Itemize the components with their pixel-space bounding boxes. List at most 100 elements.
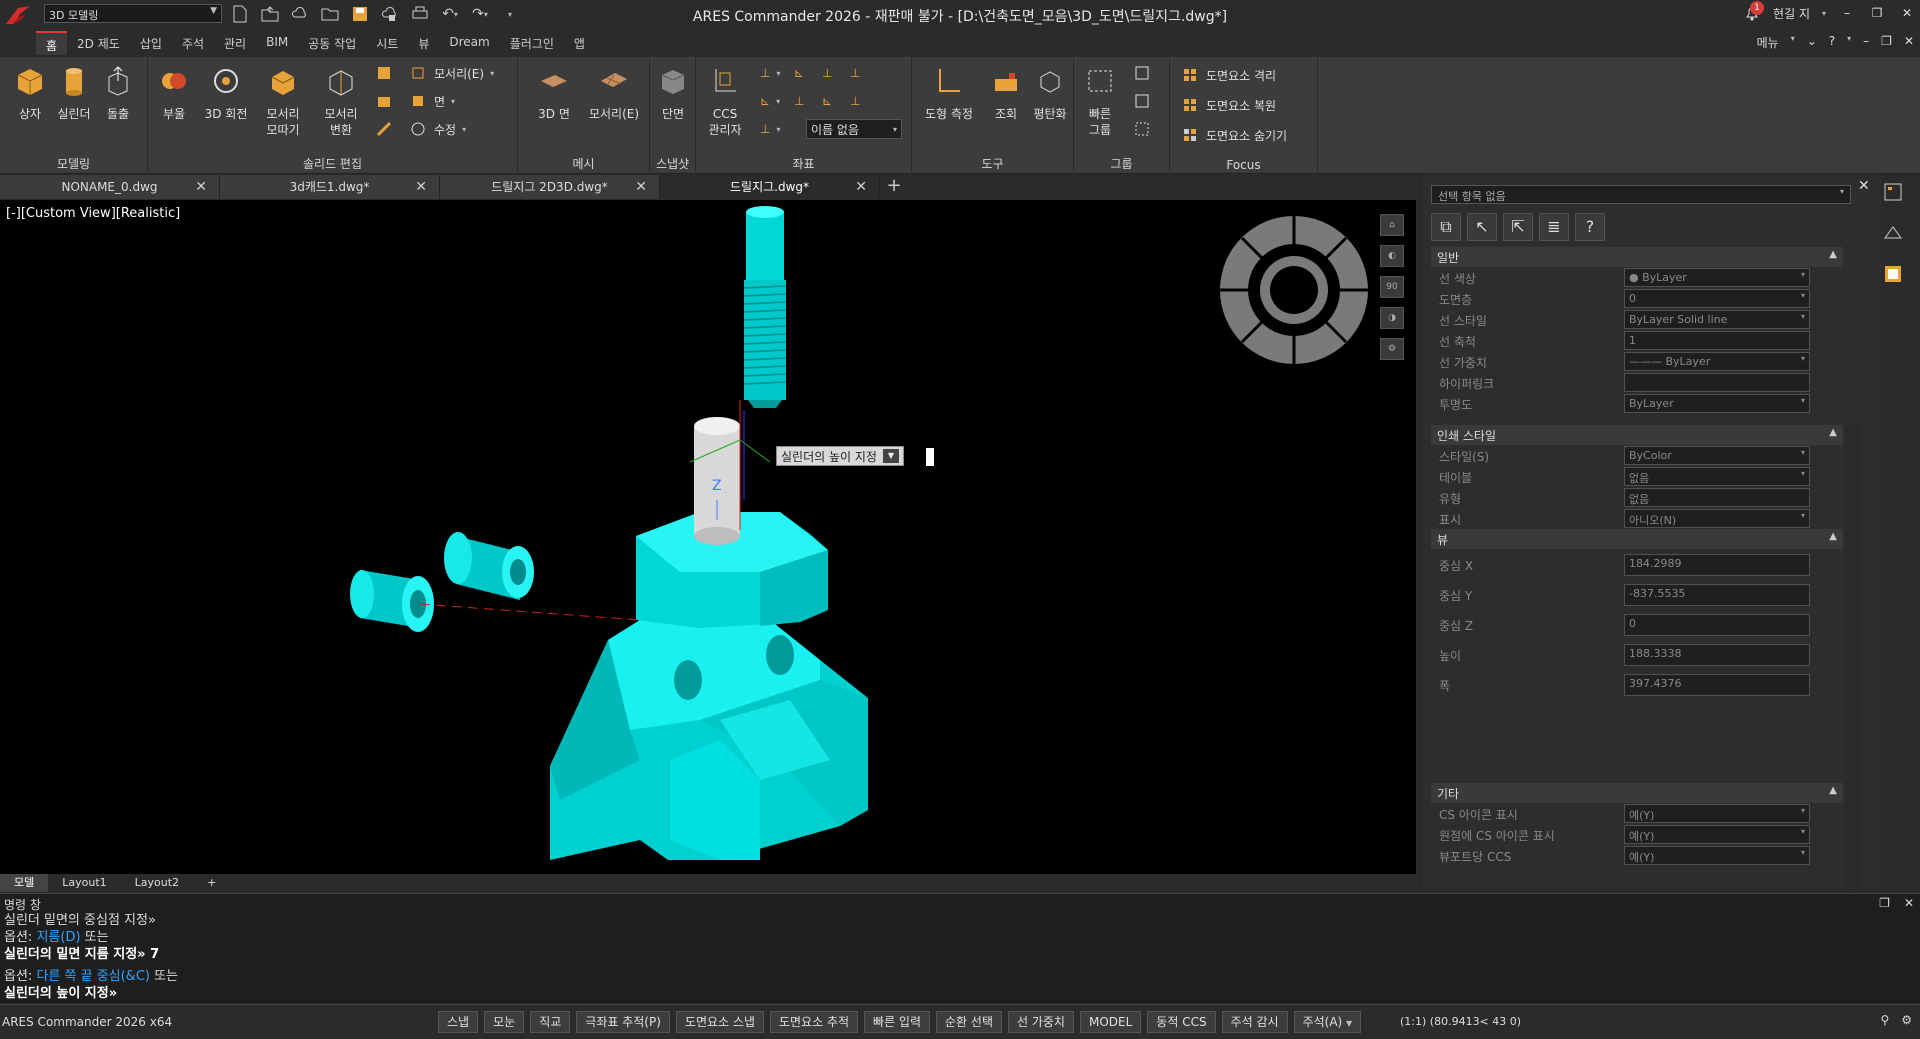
ccs-manager-button[interactable]: CCS 관리자	[700, 65, 750, 138]
doc-restore-button[interactable]: ❐	[1881, 34, 1892, 51]
dynamic-ccs-toggle[interactable]: 동적 CCS	[1147, 1011, 1216, 1033]
quick-select-icon[interactable]: ⧉	[1431, 213, 1461, 241]
save-icon[interactable]	[348, 3, 372, 25]
box-button[interactable]: 상자	[8, 65, 52, 122]
close-tab-icon[interactable]: ✕	[635, 175, 647, 199]
rotate-90-button[interactable]: 90	[1380, 276, 1404, 298]
section-header[interactable]: 일반 ▲	[1431, 247, 1843, 267]
revolve-3d-button[interactable]: 3D 회전	[202, 65, 250, 122]
collapse-icon[interactable]: ▲	[1829, 249, 1837, 260]
section-header[interactable]: 기타 ▲	[1431, 783, 1843, 803]
properties-help-icon[interactable]: ?	[1575, 213, 1605, 241]
panel-close-icon[interactable]: ✕	[1858, 178, 1870, 194]
quick-input-toggle[interactable]: 빠른 입력	[864, 1011, 931, 1033]
prop-value[interactable]: 188.3338	[1624, 644, 1810, 666]
close-tab-icon[interactable]: ✕	[415, 175, 427, 199]
user-chevron-icon[interactable]: ▾	[1822, 9, 1826, 18]
tab-bim[interactable]: BIM	[256, 31, 298, 55]
collapse-icon[interactable]: ▲	[1829, 427, 1837, 438]
group-tool-3[interactable]	[1134, 119, 1152, 139]
modify-dropdown[interactable]: 수정 ▾	[410, 119, 466, 139]
edge-dropdown[interactable]: 모서리(E) ▾	[410, 63, 494, 83]
tab-insert[interactable]: 삽입	[130, 31, 172, 55]
selection-select[interactable]: 선택 항목 없음 ▾	[1431, 185, 1851, 204]
ares-logo-icon[interactable]	[4, 4, 32, 28]
prop-value[interactable]: 1	[1624, 331, 1810, 350]
tab-layout1[interactable]: Layout1	[48, 874, 120, 892]
restore-button[interactable]: ❐	[1868, 6, 1886, 20]
ccs-tool-8[interactable]: ⊥	[850, 91, 860, 111]
print-icon[interactable]	[408, 3, 432, 25]
cloud-save-icon[interactable]	[378, 3, 402, 25]
close-button[interactable]: ✕	[1898, 6, 1916, 20]
cylinder-button[interactable]: 실린더	[52, 65, 96, 122]
prop-value[interactable]: 0 ▾	[1624, 289, 1810, 308]
command-close-icon[interactable]: ✕	[1904, 896, 1914, 910]
add-tab-button[interactable]: +	[880, 175, 908, 199]
grid-toggle[interactable]: 모눈	[484, 1011, 525, 1033]
prop-value[interactable]: 없음 ▾	[1624, 467, 1810, 486]
ccs-tool-5[interactable]: ⊾ ▾	[760, 91, 780, 111]
ccs-tool-9[interactable]: ⊥ ▾	[760, 119, 780, 139]
select-objects-icon[interactable]: ↖	[1467, 213, 1497, 241]
close-tab-icon[interactable]: ✕	[195, 175, 207, 199]
orbit-icon[interactable]: ◐	[1380, 245, 1404, 267]
collapse-icon[interactable]: ▲	[1829, 785, 1837, 796]
3d-model-scene[interactable]: Z	[0, 200, 1416, 874]
small-tool-2[interactable]	[376, 91, 394, 111]
notification-bell-icon[interactable]: 1	[1743, 1, 1765, 22]
group-tool-2[interactable]	[1134, 91, 1152, 111]
command-prompt[interactable]: 실린더의 높이 지정»	[4, 985, 1890, 1002]
face-dropdown[interactable]: 면 ▾	[410, 91, 455, 111]
doc-tab[interactable]: NONAME_0.dwg ✕	[0, 175, 220, 199]
layers-palette-icon[interactable]	[1882, 263, 1904, 285]
prop-value[interactable]: 184.2989	[1624, 554, 1810, 576]
workspace-select[interactable]: 3D 모델링 ▼	[44, 4, 222, 23]
prop-value[interactable]: 없음	[1624, 488, 1810, 507]
tooltip-dropdown-icon[interactable]: ▼	[882, 449, 899, 463]
mesh-edge-button[interactable]: 모서리(E)	[584, 65, 644, 122]
properties-palette-icon[interactable]	[1882, 181, 1904, 203]
polar-toggle[interactable]: 극좌표 추적(P)	[576, 1011, 670, 1033]
add-layout-button[interactable]: +	[193, 874, 230, 892]
etrack-toggle[interactable]: 도면요소 추적	[769, 1011, 859, 1033]
ccs-tool-3[interactable]: ⊥	[822, 63, 832, 83]
tab-sheet[interactable]: 시트	[366, 31, 408, 55]
tab-plugins[interactable]: 플러그인	[500, 31, 564, 55]
home-view-icon[interactable]: ⌂	[1380, 214, 1404, 236]
isolate-entities-button[interactable]: 도면요소 격리	[1182, 65, 1276, 85]
prop-value[interactable]: ——— ByLayer ▾	[1624, 352, 1810, 371]
prop-value[interactable]: 397.4376	[1624, 674, 1810, 696]
prop-value[interactable]: 예(Y) ▾	[1624, 825, 1810, 844]
prop-value[interactable]: ByLayer Solid line ▾	[1624, 310, 1810, 329]
help-button[interactable]: ?	[1829, 34, 1835, 51]
prop-value[interactable]: 예(Y) ▾	[1624, 804, 1810, 823]
tab-manage[interactable]: 관리	[214, 31, 256, 55]
menu-chevron-icon[interactable]: ▾	[1791, 34, 1795, 51]
properties-list-icon[interactable]: ≣	[1539, 213, 1569, 241]
help-chevron-icon[interactable]: ▾	[1847, 34, 1851, 51]
view-cube-icon[interactable]	[1220, 216, 1368, 364]
option-link[interactable]: 지름(D)	[36, 930, 80, 945]
user-name[interactable]: 현길 지	[1773, 5, 1810, 22]
prop-value[interactable]	[1624, 373, 1810, 392]
menu-button[interactable]: 메뉴	[1757, 34, 1779, 51]
edge-convert-button[interactable]: 모서리 변환	[316, 65, 366, 138]
named-ccs-select[interactable]: 이름 없음 ▾	[806, 119, 902, 139]
flatten-button[interactable]: 평탄화	[1028, 65, 1072, 122]
drawing-viewport[interactable]: Z [-][Custom View][Realistic] 실린더의 높이 지정…	[0, 200, 1416, 874]
view-label[interactable]: [-][Custom View][Realistic]	[6, 206, 180, 221]
annotation-monitor-toggle[interactable]: 주석 감시	[1221, 1011, 1288, 1033]
quick-group-button[interactable]: 빠른 그룹	[1078, 65, 1122, 138]
tab-view[interactable]: 뷰	[408, 31, 439, 55]
group-tool-1[interactable]	[1134, 63, 1152, 83]
boolean-button[interactable]: 부울	[152, 65, 196, 122]
ccs-tool-1[interactable]: ⊥ ▾	[760, 63, 780, 83]
location-pin-icon[interactable]: ⚲	[1880, 1013, 1889, 1027]
collapse-ribbon-icon[interactable]: ⌄	[1807, 34, 1817, 51]
cloud-open-icon[interactable]	[288, 3, 312, 25]
command-restore-icon[interactable]: ❐	[1879, 896, 1890, 910]
lineweight-toggle[interactable]: 선 가중치	[1008, 1011, 1074, 1033]
collapse-icon[interactable]: ▲	[1829, 531, 1837, 542]
toggle-pickadd-icon[interactable]: ⇱	[1503, 213, 1533, 241]
